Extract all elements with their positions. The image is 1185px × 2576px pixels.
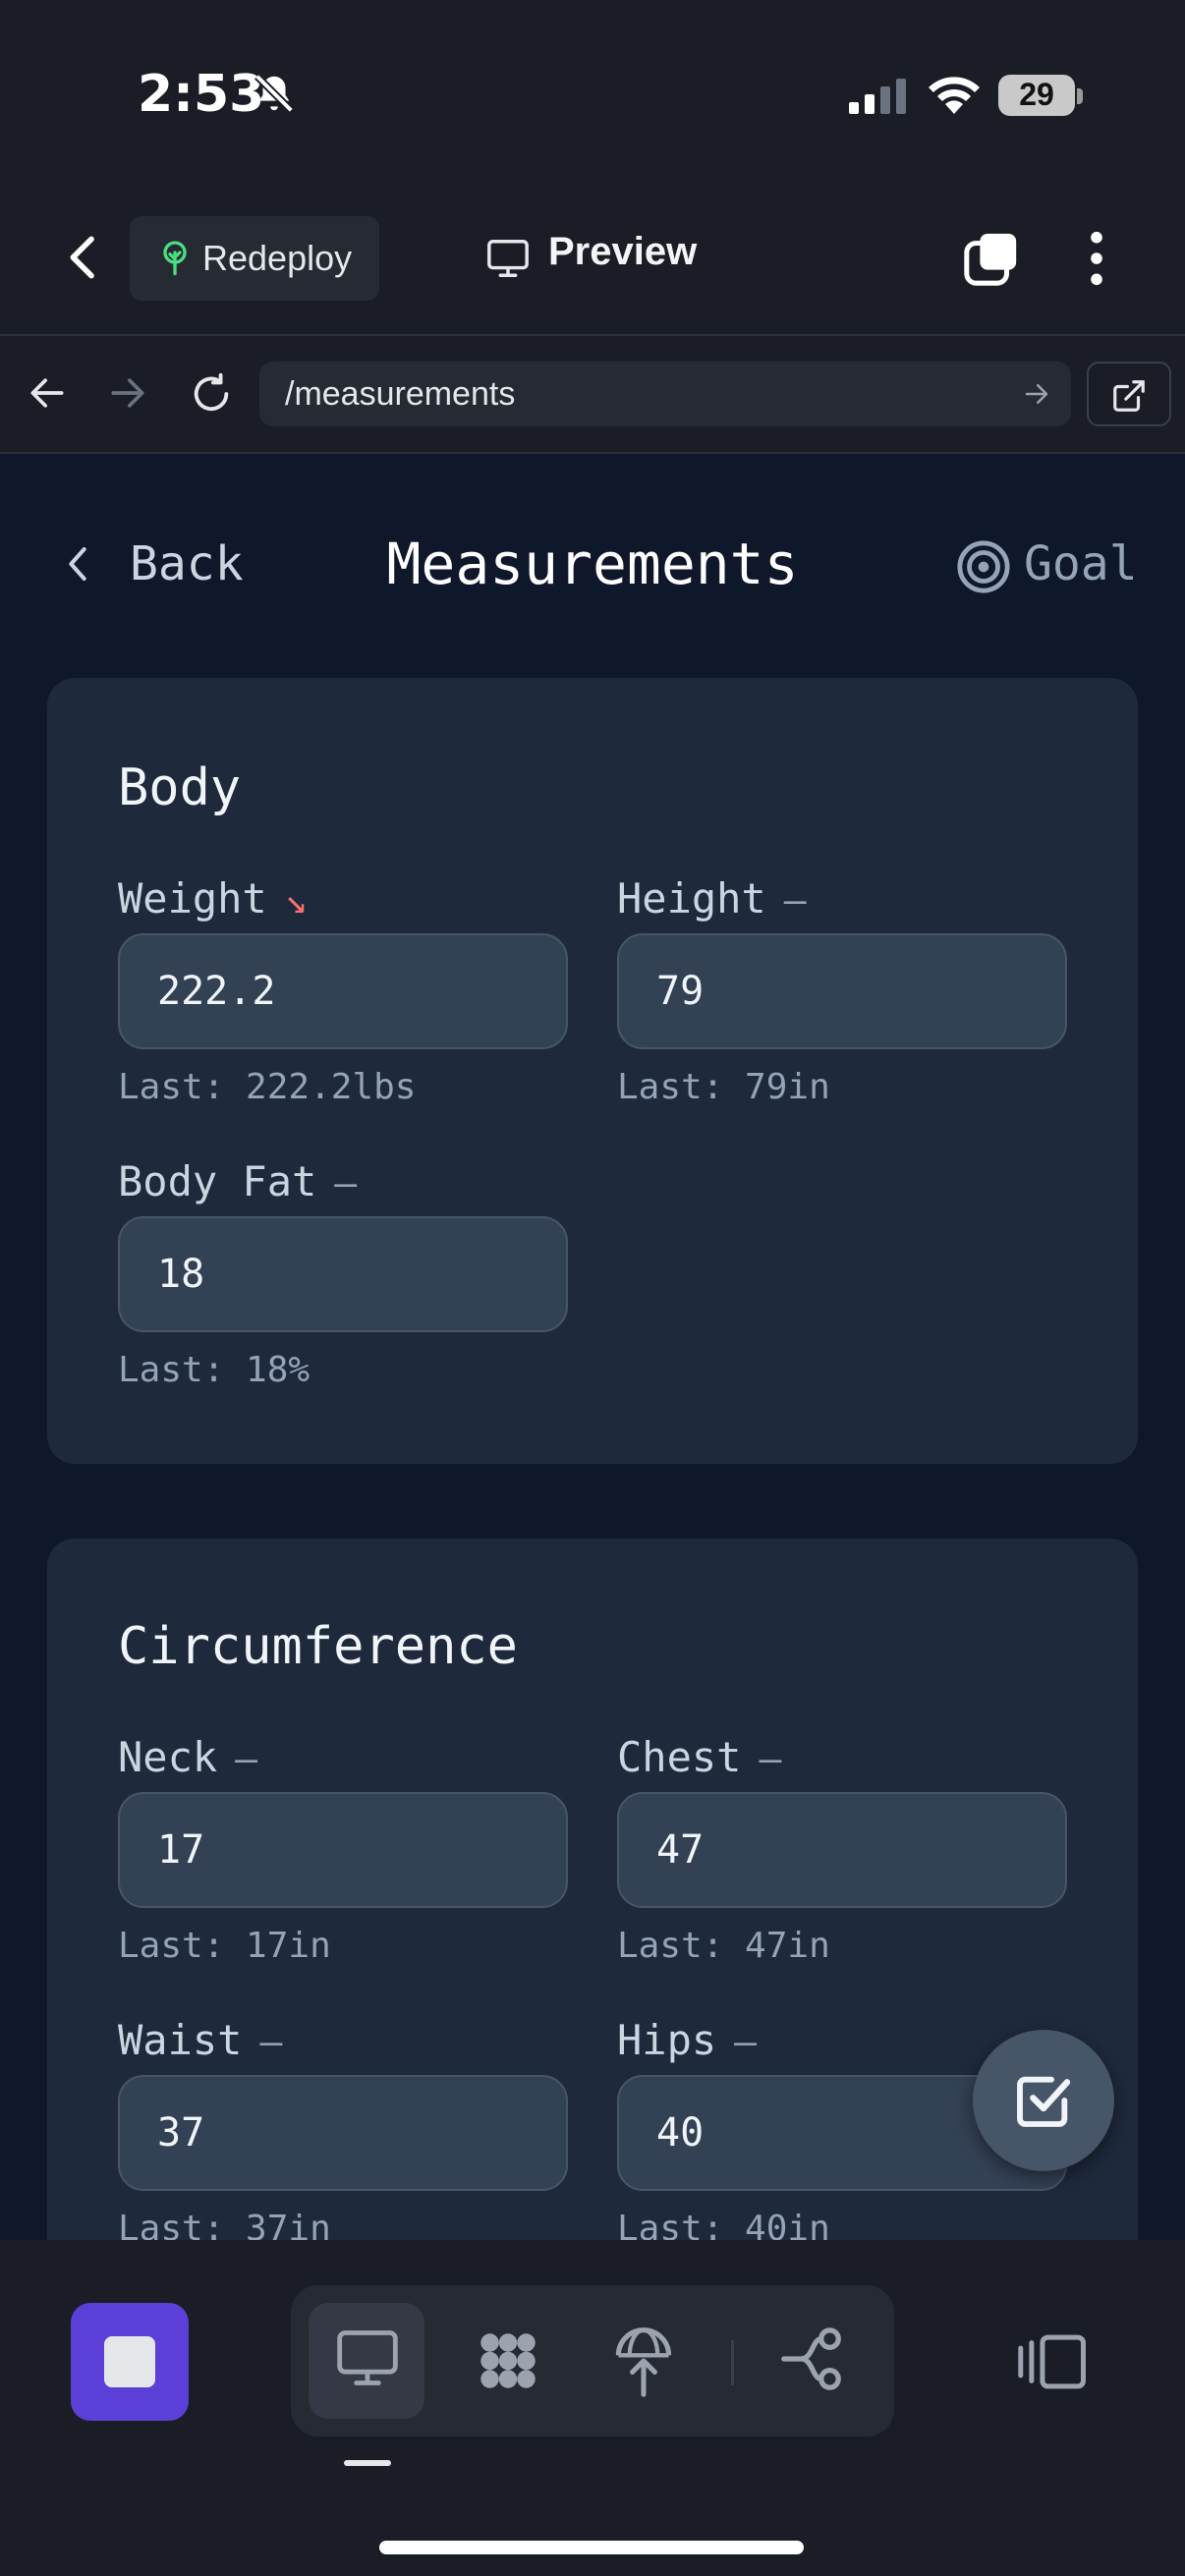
more-vertical-icon[interactable] (1081, 228, 1112, 289)
battery-cap (1077, 88, 1083, 104)
reload-icon[interactable] (189, 371, 234, 417)
field-label: Weight (118, 874, 267, 923)
last-value: Last: 40in (617, 2209, 830, 2240)
home-indicator (379, 2541, 804, 2554)
url-text: /measurements (285, 375, 516, 413)
stop-icon (104, 2336, 155, 2387)
external-link-icon (1113, 380, 1145, 412)
save-fab-button[interactable] (973, 2030, 1114, 2171)
redeploy-button[interactable]: Redeploy (130, 216, 379, 301)
divider (731, 2340, 734, 2385)
height-input[interactable]: 79 (617, 933, 1067, 1049)
body-fat-input[interactable]: 18 (118, 1216, 568, 1332)
field-label: Chest (617, 1733, 742, 1781)
field-label: Height (617, 874, 766, 923)
chevron-left-icon[interactable] (57, 230, 112, 285)
last-value: Last: 18% (118, 1350, 310, 1390)
trend-flat-icon: — (759, 1737, 782, 1780)
tree-icon (163, 241, 187, 276)
monitor-icon[interactable] (334, 2324, 401, 2391)
battery-indicator: 29 (998, 75, 1075, 116)
tabs-icon[interactable] (961, 228, 1022, 289)
last-value: Last: 79in (617, 1067, 830, 1107)
open-external-button[interactable] (1087, 362, 1171, 426)
branch-icon[interactable] (778, 2324, 847, 2393)
body-card: Body Weight ↘ 222.2 Last: 222.2lbs Height… (47, 678, 1138, 1464)
section-title: Circumference (118, 1617, 518, 1676)
arrow-left-icon[interactable] (26, 371, 69, 415)
circumference-card: Circumference Neck — 17 Last: 17in Chest —… (47, 1539, 1138, 2240)
measurements-page: Back Measurements Goal Body Weight ↘ 222.… (0, 454, 1185, 2240)
active-tab-indicator (344, 2460, 391, 2466)
trend-flat-icon: — (259, 2020, 283, 2063)
section-title: Body (118, 758, 242, 817)
trend-flat-icon: — (334, 1161, 358, 1204)
status-time: 2:53 (138, 65, 265, 124)
bell-muted-icon (254, 74, 294, 113)
trend-flat-icon: — (235, 1737, 258, 1780)
neck-input[interactable]: 17 (118, 1792, 568, 1908)
goal-button[interactable]: Goal (1024, 536, 1138, 591)
field-label: Neck (118, 1733, 218, 1781)
last-value: Last: 222.2lbs (118, 1067, 417, 1107)
status-bar: 2:53 29 (0, 0, 1185, 187)
target-icon[interactable] (955, 538, 1012, 595)
stop-button[interactable] (71, 2303, 189, 2421)
view-switcher (291, 2285, 894, 2436)
trend-down-icon: ↘ (284, 878, 308, 922)
battery-level: 29 (1019, 77, 1054, 112)
trend-flat-icon: — (734, 2020, 758, 2063)
field-label: Body Fat (118, 1157, 317, 1205)
redeploy-label: Redeploy (202, 238, 353, 278)
checkbox-check-icon (1017, 2076, 1071, 2127)
app-header: Redeploy Preview (0, 187, 1185, 336)
preview-tab[interactable]: Preview (548, 230, 697, 274)
arrow-right-icon[interactable] (106, 371, 149, 415)
weight-input[interactable]: 222.2 (118, 933, 568, 1049)
trend-flat-icon: — (783, 878, 807, 922)
last-value: Last: 17in (118, 1926, 331, 1966)
panel-icon[interactable] (1018, 2330, 1089, 2393)
waist-input[interactable]: 37 (118, 2075, 568, 2191)
wifi-icon (929, 77, 980, 114)
last-value: Last: 37in (118, 2209, 331, 2240)
go-arrow-icon[interactable] (1022, 379, 1051, 409)
chest-input[interactable]: 47 (617, 1792, 1067, 1908)
field-label: Hips (617, 2016, 717, 2064)
field-label: Waist (118, 2016, 243, 2064)
nodes-icon[interactable] (472, 2324, 544, 2397)
url-field[interactable]: /measurements (259, 362, 1071, 426)
last-value: Last: 47in (617, 1926, 830, 1966)
monitor-icon (487, 240, 529, 277)
url-bar: /measurements (0, 336, 1185, 454)
cellular-signal-icon (849, 79, 906, 114)
deploy-icon[interactable] (609, 2324, 678, 2397)
bottom-toolbar (0, 2240, 1185, 2576)
